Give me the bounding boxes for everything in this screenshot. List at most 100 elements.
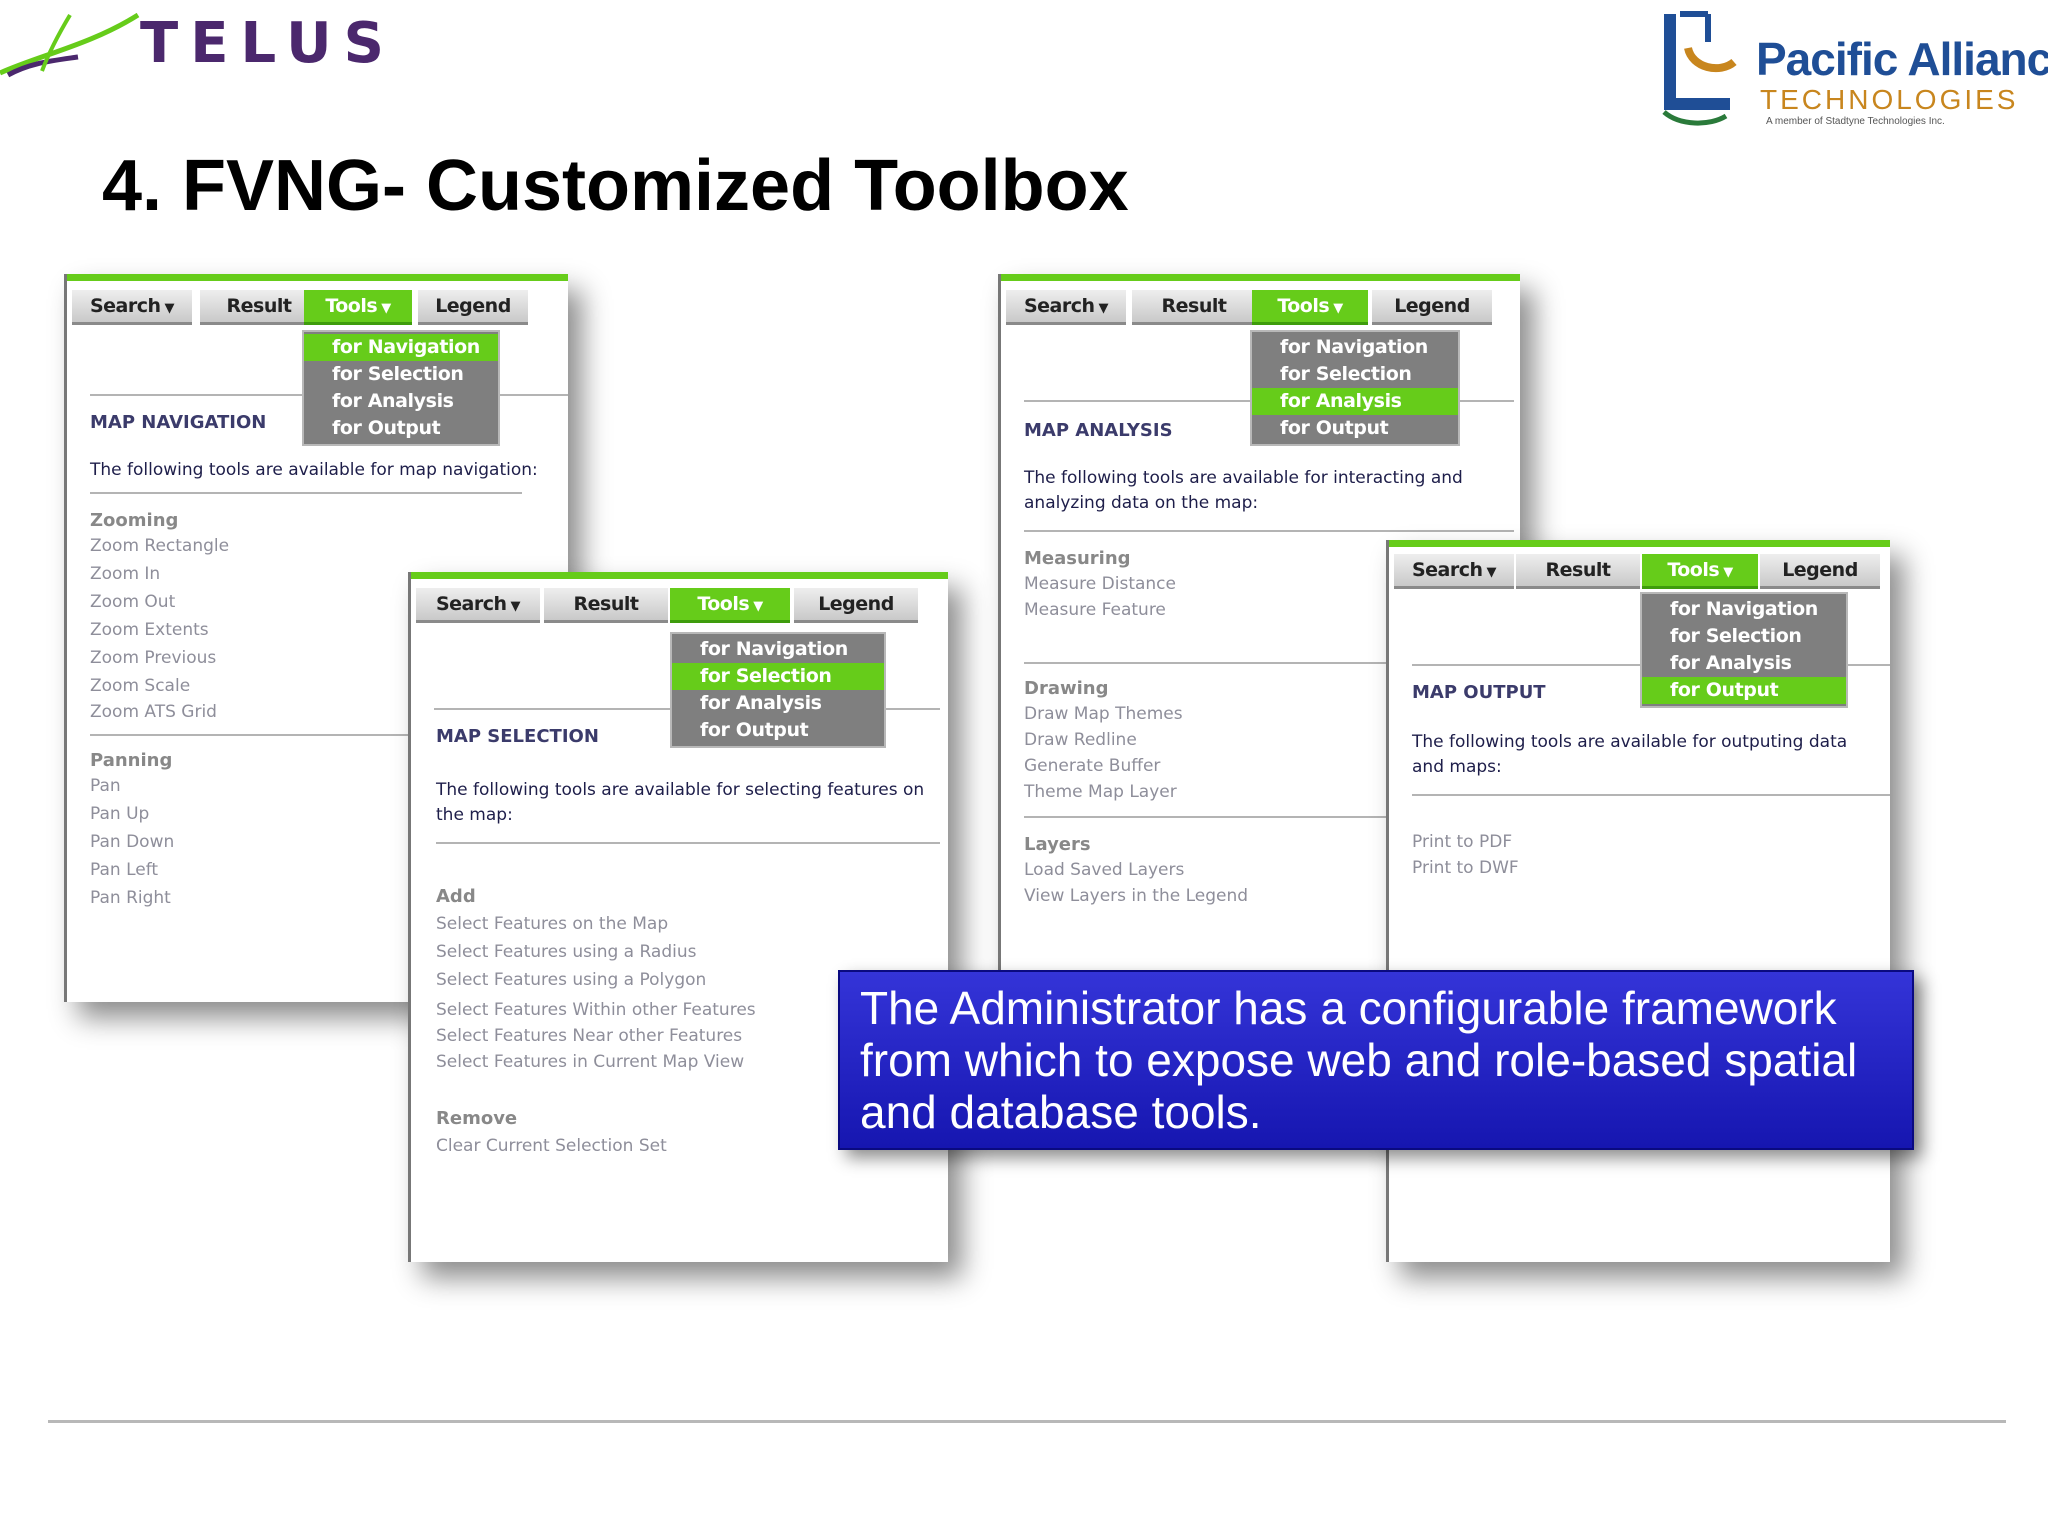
panel-title: MAP OUTPUT [1412, 682, 1546, 703]
tool-select-polygon[interactable]: Select Features using a Polygon [436, 970, 706, 990]
divider [90, 492, 522, 494]
tab-legend[interactable]: Legend [1760, 554, 1880, 589]
tab-legend[interactable]: Legend [794, 588, 918, 623]
tool-print-to-pdf[interactable]: Print to PDF [1412, 832, 1512, 852]
tool-zoom-extents[interactable]: Zoom Extents [90, 620, 209, 640]
menu-item-output[interactable]: for Output [304, 415, 498, 442]
tool-zoom-scale[interactable]: Zoom Scale [90, 676, 190, 696]
tab-result[interactable]: Result [1132, 290, 1256, 325]
menu-item-selection[interactable]: for Selection [672, 663, 884, 690]
tool-pan-left[interactable]: Pan Left [90, 860, 158, 880]
chevron-down-icon: ▼ [1098, 301, 1109, 316]
group-layers: Layers [1024, 834, 1091, 855]
tool-draw-redline[interactable]: Draw Redline [1024, 730, 1137, 750]
menu-item-selection[interactable]: for Selection [1642, 623, 1846, 650]
tab-result[interactable]: Result [1516, 554, 1640, 589]
tools-menu: for Navigation for Selection for Analysi… [302, 330, 500, 446]
tool-zoom-ats-grid[interactable]: Zoom ATS Grid [90, 702, 217, 722]
tab-search[interactable]: Search ▼ [1394, 554, 1514, 589]
menu-item-output[interactable]: for Output [672, 717, 884, 744]
panel-title: MAP ANALYSIS [1024, 420, 1173, 441]
tab-legend[interactable]: Legend [418, 290, 528, 325]
tab-tools[interactable]: Tools ▼ [1252, 290, 1368, 325]
panel-border [408, 572, 411, 1262]
chevron-down-icon: ▼ [1486, 565, 1497, 580]
tab-tools[interactable]: Tools ▼ [670, 588, 790, 623]
menu-item-selection[interactable]: for Selection [304, 361, 498, 388]
panel-border [1386, 540, 1389, 1262]
group-zooming: Zooming [90, 510, 179, 531]
menu-item-navigation[interactable]: for Navigation [1642, 596, 1846, 623]
chevron-down-icon: ▼ [164, 301, 175, 316]
tool-select-radius[interactable]: Select Features using a Radius [436, 942, 697, 962]
footer-divider [48, 1420, 2006, 1423]
tool-draw-map-themes[interactable]: Draw Map Themes [1024, 704, 1183, 724]
pacific-alliance-emblem-icon [1662, 11, 1737, 126]
panel-output: Search ▼ Result Tools ▼ Legend for Navigat… [1386, 540, 1890, 1262]
menu-item-navigation[interactable]: for Navigation [672, 636, 884, 663]
menu-item-navigation[interactable]: for Navigation [304, 334, 498, 361]
tab-search[interactable]: Search ▼ [72, 290, 192, 325]
panel-description: The following tools are available for in… [1024, 468, 1463, 513]
tab-result[interactable]: Result [200, 290, 318, 325]
panel-description: The following tools are available for ou… [1412, 732, 1848, 777]
tool-zoom-rectangle[interactable]: Zoom Rectangle [90, 536, 229, 556]
tool-pan[interactable]: Pan [90, 776, 121, 796]
menu-item-analysis[interactable]: for Analysis [304, 388, 498, 415]
panel-accent-bar [64, 274, 568, 281]
menu-item-output[interactable]: for Output [1252, 415, 1458, 442]
tool-theme-map-layer[interactable]: Theme Map Layer [1024, 782, 1177, 802]
pacific-alliance-logo: Pacific Alliance TECHNOLOGIES A member o… [1650, 8, 2048, 138]
partner-member-line: A member of Stadtyne Technologies Inc. [1766, 116, 1945, 127]
panel-border [64, 274, 67, 1002]
tool-pan-right[interactable]: Pan Right [90, 888, 171, 908]
menu-item-analysis[interactable]: for Analysis [672, 690, 884, 717]
partner-name: Pacific Alliance [1756, 33, 2048, 85]
tab-search[interactable]: Search ▼ [1006, 290, 1126, 325]
tool-view-layers-in-legend[interactable]: View Layers in the Legend [1024, 886, 1248, 906]
panel-description: The following tools are available for ma… [90, 460, 538, 480]
chevron-down-icon: ▼ [753, 599, 763, 614]
menu-item-navigation[interactable]: for Navigation [1252, 334, 1458, 361]
group-panning: Panning [90, 750, 173, 771]
tool-select-on-map[interactable]: Select Features on the Map [436, 914, 668, 934]
panel-accent-bar [408, 572, 948, 579]
panel-description: The following tools are available for se… [436, 780, 925, 825]
tool-select-near[interactable]: Select Features Near other Features [436, 1026, 742, 1046]
group-measuring: Measuring [1024, 548, 1131, 569]
tools-menu: for Navigation for Selection for Analysi… [1640, 592, 1848, 708]
slide-title: 4. FVNG- Customized Toolbox [102, 146, 1129, 226]
callout-box: The Administrator has a configurable fra… [838, 970, 1914, 1150]
menu-item-analysis[interactable]: for Analysis [1642, 650, 1846, 677]
tool-zoom-out[interactable]: Zoom Out [90, 592, 175, 612]
telus-logo: TELUS [0, 5, 384, 85]
tool-measure-distance[interactable]: Measure Distance [1024, 574, 1176, 594]
menu-item-output[interactable]: for Output [1642, 677, 1846, 704]
tool-generate-buffer[interactable]: Generate Buffer [1024, 756, 1160, 776]
tab-result[interactable]: Result [544, 588, 668, 623]
tool-select-current-view[interactable]: Select Features in Current Map View [436, 1052, 744, 1072]
divider [1024, 530, 1514, 532]
tools-menu: for Navigation for Selection for Analysi… [1250, 330, 1460, 446]
tool-load-saved-layers[interactable]: Load Saved Layers [1024, 860, 1184, 880]
tool-pan-down[interactable]: Pan Down [90, 832, 174, 852]
panel-accent-bar [998, 274, 1520, 281]
tool-clear-selection[interactable]: Clear Current Selection Set [436, 1136, 667, 1156]
tool-measure-feature[interactable]: Measure Feature [1024, 600, 1166, 620]
tab-tools[interactable]: Tools ▼ [1642, 554, 1758, 589]
tab-legend[interactable]: Legend [1372, 290, 1492, 325]
chevron-down-icon: ▼ [510, 599, 521, 614]
panel-border [998, 274, 1001, 974]
tab-search[interactable]: Search ▼ [416, 588, 540, 623]
tool-pan-up[interactable]: Pan Up [90, 804, 149, 824]
menu-item-analysis[interactable]: for Analysis [1252, 388, 1458, 415]
panel-selection: Search ▼ Result Tools ▼ Legend for Navigat… [408, 572, 948, 1262]
menu-item-selection[interactable]: for Selection [1252, 361, 1458, 388]
telus-swoosh-icon [0, 12, 140, 78]
tool-zoom-previous[interactable]: Zoom Previous [90, 648, 216, 668]
tab-tools[interactable]: Tools ▼ [304, 290, 412, 325]
tool-zoom-in[interactable]: Zoom In [90, 564, 160, 584]
tool-print-to-dwf[interactable]: Print to DWF [1412, 858, 1519, 878]
callout-text: The Administrator has a configurable fra… [860, 982, 1858, 1138]
tool-select-within[interactable]: Select Features Within other Features [436, 1000, 756, 1020]
